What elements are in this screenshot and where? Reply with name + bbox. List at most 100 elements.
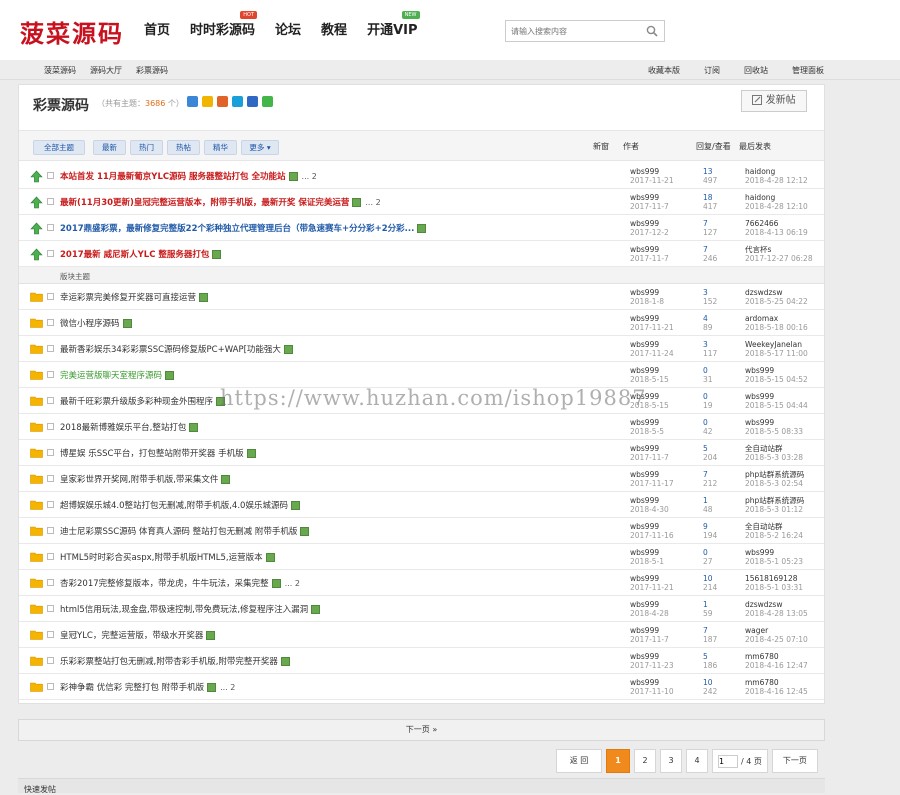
- share-weibo-icon[interactable]: [232, 96, 243, 107]
- nav-home[interactable]: 首页: [144, 22, 170, 40]
- thread-author[interactable]: wbs999 2017-11-21: [630, 167, 674, 185]
- row-checkbox[interactable]: [47, 553, 54, 560]
- thread-title[interactable]: 最新香彩娱乐34彩彩票SSC源码修复版PC+WAP[功能强大: [60, 343, 293, 355]
- thread-title[interactable]: HTML5时时彩合买aspx,附带手机版HTML5,运营版本: [60, 551, 275, 563]
- thread-last-post[interactable]: haidong 2018-4-28 12:12: [745, 167, 808, 185]
- filter-all[interactable]: 全部主题: [33, 140, 85, 155]
- thread-last-post[interactable]: mm6780 2018-4-16 12:47: [745, 652, 808, 670]
- row-checkbox[interactable]: [47, 345, 54, 352]
- thread-replies[interactable]: 0 42: [703, 418, 713, 436]
- thread-replies[interactable]: 10 242: [703, 678, 717, 696]
- col-new-window[interactable]: 新窗: [593, 141, 609, 152]
- thread-title[interactable]: 2017最新 威尼斯人YLC 整服务器打包: [60, 248, 222, 260]
- thread-last-post[interactable]: haidong 2018-4-28 12:10: [745, 193, 808, 211]
- site-logo[interactable]: 菠菜源码: [20, 14, 124, 49]
- breadcrumb-site[interactable]: 菠菜源码: [44, 65, 76, 76]
- row-checkbox[interactable]: [47, 683, 54, 690]
- favorite-link[interactable]: 收藏本版: [648, 65, 680, 76]
- thread-title[interactable]: 皇家彩世界开奖网,附带手机版,带采集文件: [60, 473, 231, 485]
- share-plus-icon[interactable]: [187, 96, 198, 107]
- thread-replies[interactable]: 3 117: [703, 340, 717, 358]
- row-checkbox[interactable]: [47, 250, 54, 257]
- filter-hot[interactable]: 热门: [130, 140, 163, 155]
- thread-pages[interactable]: ... 2: [302, 172, 317, 181]
- thread-last-post[interactable]: wager 2018-4-25 07:10: [745, 626, 808, 644]
- nav-forum[interactable]: 论坛: [275, 22, 301, 40]
- row-checkbox[interactable]: [47, 319, 54, 326]
- thread-title[interactable]: 微信小程序源码: [60, 317, 132, 329]
- row-checkbox[interactable]: [47, 198, 54, 205]
- thread-author[interactable]: wbs999 2017-11-21: [630, 574, 674, 592]
- filter-digest[interactable]: 精华: [204, 140, 237, 155]
- recycle-bin-link[interactable]: 回收站: [744, 65, 768, 76]
- thread-author[interactable]: wbs999 2018-4-28: [630, 600, 669, 618]
- thread-author[interactable]: wbs999 2017-11-7: [630, 193, 669, 211]
- thread-title[interactable]: 皇冠YLC，完整运营版，带级水开奖器: [60, 629, 216, 641]
- nav-tutorial[interactable]: 教程: [321, 22, 347, 40]
- share-wechat-icon[interactable]: [262, 96, 273, 107]
- thread-title[interactable]: 幸运彩票完美修复开奖器可直接运营: [60, 291, 209, 303]
- thread-title[interactable]: 乐彩彩票整站打包无删减,附带杏彩手机版,附带完整开奖器: [60, 655, 290, 667]
- thread-replies[interactable]: 3 152: [703, 288, 717, 306]
- row-checkbox[interactable]: [47, 224, 54, 231]
- thread-title[interactable]: 彩神争霸 优信彩 完整打包 附带手机版... 2: [60, 681, 235, 693]
- thread-pages[interactable]: ... 2: [285, 579, 300, 588]
- thread-author[interactable]: wbs999 2017-11-7: [630, 626, 669, 644]
- row-checkbox[interactable]: [47, 657, 54, 664]
- thread-replies[interactable]: 18 417: [703, 193, 717, 211]
- filter-latest[interactable]: 最新: [93, 140, 126, 155]
- admin-panel-link[interactable]: 管理面板: [792, 65, 824, 76]
- search-input[interactable]: [506, 21, 642, 41]
- search-icon[interactable]: [646, 25, 658, 40]
- thread-title[interactable]: 杏彩2017完整修复版本，带龙虎，牛牛玩法，采集完整... 2: [60, 577, 300, 589]
- thread-replies[interactable]: 0 31: [703, 366, 713, 384]
- row-checkbox[interactable]: [47, 397, 54, 404]
- thread-last-post[interactable]: ardomax 2018-5-18 00:16: [745, 314, 808, 332]
- subscribe-link[interactable]: 订阅: [704, 65, 720, 76]
- thread-last-post[interactable]: 代言杯s 2017-12-27 06:28: [745, 245, 813, 263]
- thread-last-post[interactable]: 15618169128 2018-5-1 03:31: [745, 574, 803, 592]
- next-page-button[interactable]: 下一页: [771, 749, 818, 773]
- thread-replies[interactable]: 5 204: [703, 444, 717, 462]
- row-checkbox[interactable]: [47, 501, 54, 508]
- thread-last-post[interactable]: 全自动站群 2018-5-3 03:28: [745, 444, 803, 462]
- row-checkbox[interactable]: [47, 293, 54, 300]
- nav-vip[interactable]: 开通VIP NEW: [367, 11, 420, 40]
- page-4[interactable]: 4: [686, 749, 708, 773]
- filter-more[interactable]: 更多 ▾: [241, 140, 279, 155]
- thread-last-post[interactable]: WeekeyJanelan 2018-5-17 11:00: [745, 340, 808, 358]
- row-checkbox[interactable]: [47, 449, 54, 456]
- row-checkbox[interactable]: [47, 423, 54, 430]
- back-button[interactable]: 返 回: [556, 749, 602, 773]
- thread-title[interactable]: 本站首发 11月最新葡京YLC源码 服务器整站打包 全功能站... 2: [60, 170, 317, 182]
- filter-hot-post[interactable]: 热帖: [167, 140, 200, 155]
- thread-title[interactable]: 博星娱 乐SSC平台，打包整站附带开奖器 手机版: [60, 447, 256, 459]
- thread-author[interactable]: wbs999 2018-5-1: [630, 548, 664, 566]
- thread-author[interactable]: wbs999 2018-4-30: [630, 496, 669, 514]
- row-checkbox[interactable]: [47, 371, 54, 378]
- share-star-icon[interactable]: [202, 96, 213, 107]
- thread-replies[interactable]: 7 187: [703, 626, 717, 644]
- breadcrumb-hall[interactable]: 源码大厅: [90, 65, 122, 76]
- thread-author[interactable]: wbs999 2017-11-7: [630, 245, 669, 263]
- row-checkbox[interactable]: [47, 579, 54, 586]
- thread-title[interactable]: 迪士尼彩票SSC源码 体育真人源码 整站打包无删减 附带手机版: [60, 525, 310, 537]
- thread-replies[interactable]: 0 19: [703, 392, 713, 410]
- thread-author[interactable]: wbs999 2018-5-15: [630, 366, 669, 384]
- row-checkbox[interactable]: [47, 475, 54, 482]
- thread-title[interactable]: 最新千旺彩票升级版多彩种现金外围程序: [60, 395, 226, 407]
- page-2[interactable]: 2: [634, 749, 656, 773]
- thread-author[interactable]: wbs999 2017-11-7: [630, 444, 669, 462]
- thread-last-post[interactable]: dzswdzsw 2018-4-28 13:05: [745, 600, 808, 618]
- thread-title[interactable]: 超博娱娱乐城4.0整站打包无删减,附带手机版,4.0娱乐城源码: [60, 499, 300, 511]
- thread-last-post[interactable]: 全自动站群 2018-5-2 16:24: [745, 522, 803, 540]
- thread-author[interactable]: wbs999 2017-11-21: [630, 314, 674, 332]
- thread-last-post[interactable]: wbs999 2018-5-15 04:44: [745, 392, 808, 410]
- thread-last-post[interactable]: mm6780 2018-4-16 12:45: [745, 678, 808, 696]
- row-checkbox[interactable]: [47, 631, 54, 638]
- thread-replies[interactable]: 9 194: [703, 522, 717, 540]
- thread-last-post[interactable]: php站群系统源码 2018-5-3 02:54: [745, 470, 804, 488]
- thread-replies[interactable]: 1 48: [703, 496, 713, 514]
- thread-replies[interactable]: 7 246: [703, 245, 717, 263]
- row-checkbox[interactable]: [47, 605, 54, 612]
